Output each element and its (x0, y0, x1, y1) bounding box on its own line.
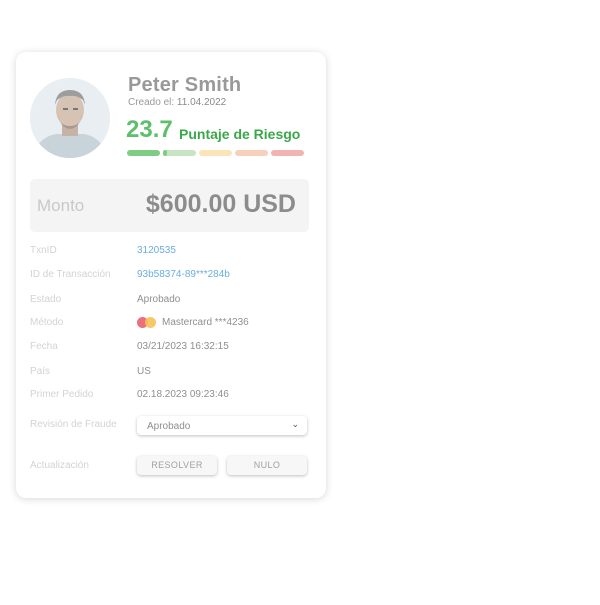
amount-value: $600.00 USD (145, 190, 296, 218)
detail-label: TxnID (30, 245, 57, 256)
mastercard-icon (137, 317, 158, 328)
fraud-review-label: Revisión de Fraude (30, 419, 117, 430)
risk-level-bar (127, 150, 304, 156)
transaction-id-link[interactable]: 93b58374-89***284b (137, 269, 230, 280)
risk-segment (163, 150, 196, 156)
payment-method-value: Mastercard ***4236 (162, 317, 249, 329)
payment-method: Mastercard ***4236 (137, 317, 249, 328)
status-value: Aprobado (137, 294, 181, 305)
first-order-value: 02.18.2023 09:23:46 (137, 389, 229, 400)
risk-segment (235, 150, 268, 156)
fraud-review-select[interactable]: Aprobado ⌄ (137, 416, 307, 435)
txnid-link[interactable]: 3120535 (137, 245, 176, 256)
country-value: US (137, 366, 151, 377)
risk-score-value: 23.7 (126, 116, 173, 143)
risk-segment (271, 150, 304, 156)
created-date-value: 11.04.2022 (176, 97, 227, 108)
created-date: Creado el: 11.04.2022 (128, 97, 226, 108)
detail-label: País (30, 366, 51, 377)
detail-label: Fecha (30, 341, 58, 352)
risk-level-marker (163, 150, 167, 156)
chevron-down-icon: ⌄ (291, 419, 299, 429)
risk-segment (199, 150, 232, 156)
detail-label: Primer Pedido (30, 389, 94, 400)
detail-label: Estado (30, 294, 62, 305)
resolve-button[interactable]: RESOLVER (137, 456, 217, 475)
amount-label: Monto (37, 196, 85, 215)
risk-segment (127, 150, 160, 156)
void-button[interactable]: NULO (227, 456, 307, 475)
user-avatar-icon (30, 78, 110, 158)
fraud-review-selected: Aprobado (147, 421, 191, 432)
created-label: Creado el: (128, 97, 175, 108)
detail-label: ID de Transacción (30, 269, 111, 280)
user-name: Peter Smith (128, 74, 242, 96)
risk-score-label: Puntaje de Riesgo (179, 126, 301, 142)
update-label: Actualización (30, 460, 89, 471)
date-value: 03/21/2023 16:32:15 (137, 341, 229, 352)
amount-panel: Monto $600.00 USD (30, 179, 309, 232)
detail-label: Método (30, 317, 64, 328)
transaction-card: Peter Smith Creado el: 11.04.2022 23.7 P… (16, 52, 326, 498)
